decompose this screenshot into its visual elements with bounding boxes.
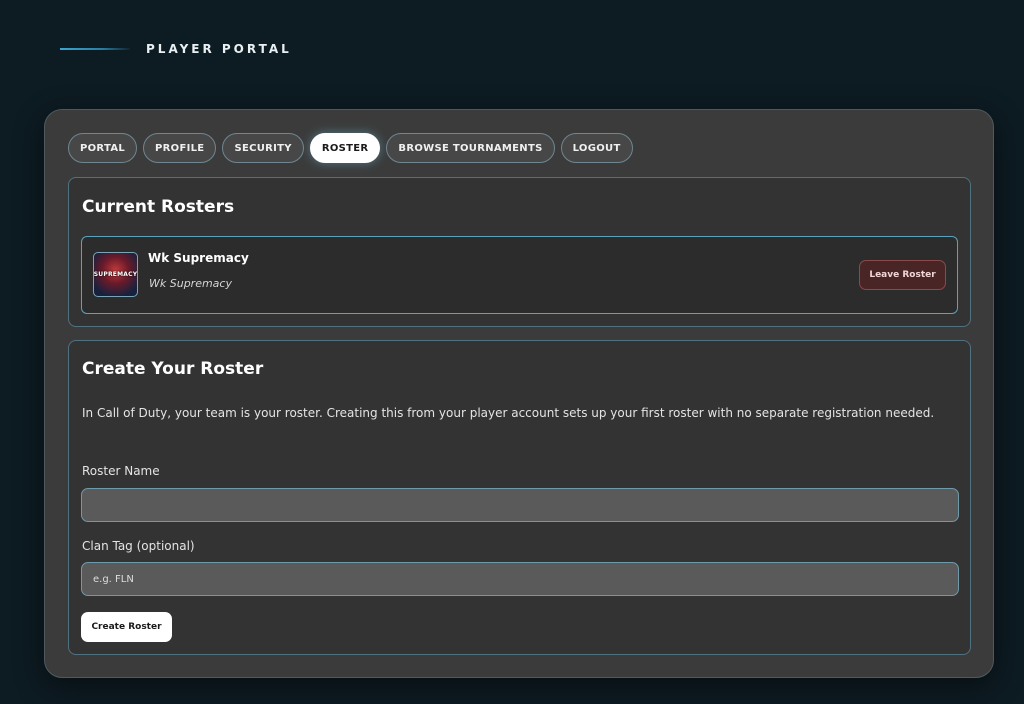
- roster-logo: SUPREMACY: [93, 252, 138, 297]
- tab-portal[interactable]: PORTAL: [68, 133, 138, 163]
- roster-item: SUPREMACY Wk Supremacy Wk Supremacy Leav…: [81, 236, 958, 314]
- create-roster-card: Create Your Roster In Call of Duty, your…: [68, 340, 971, 655]
- roster-name-label: Roster Name: [82, 464, 160, 478]
- tab-logout[interactable]: LOGOUT: [560, 133, 633, 163]
- create-roster-heading: Create Your Roster: [82, 359, 264, 379]
- create-roster-button[interactable]: Create Roster: [81, 612, 172, 642]
- current-rosters-heading: Current Rosters: [82, 197, 235, 217]
- tab-roster[interactable]: ROSTER: [309, 133, 381, 163]
- header-accent-line: [60, 48, 130, 50]
- create-roster-description: In Call of Duty, your team is your roste…: [82, 406, 935, 420]
- leave-roster-button[interactable]: Leave Roster: [859, 260, 946, 290]
- clan-tag-input[interactable]: [81, 562, 959, 596]
- clan-tag-label: Clan Tag (optional): [82, 539, 195, 553]
- page-header: PLAYER PORTAL: [60, 40, 292, 58]
- tab-browse-tournaments[interactable]: BROWSE TOURNAMENTS: [386, 133, 555, 163]
- roster-logo-text: SUPREMACY: [93, 271, 138, 278]
- roster-name: Wk Supremacy: [148, 251, 249, 265]
- roster-tag: Wk Supremacy: [149, 277, 232, 290]
- roster-name-input[interactable]: [81, 488, 959, 522]
- tab-bar: PORTAL PROFILE SECURITY ROSTER BROWSE TO…: [68, 133, 633, 163]
- current-rosters-card: Current Rosters SUPREMACY Wk Supremacy W…: [68, 177, 971, 327]
- tab-profile[interactable]: PROFILE: [143, 133, 217, 163]
- portal-panel: PORTAL PROFILE SECURITY ROSTER BROWSE TO…: [44, 109, 994, 678]
- tab-security[interactable]: SECURITY: [222, 133, 304, 163]
- page-title: PLAYER PORTAL: [146, 42, 292, 56]
